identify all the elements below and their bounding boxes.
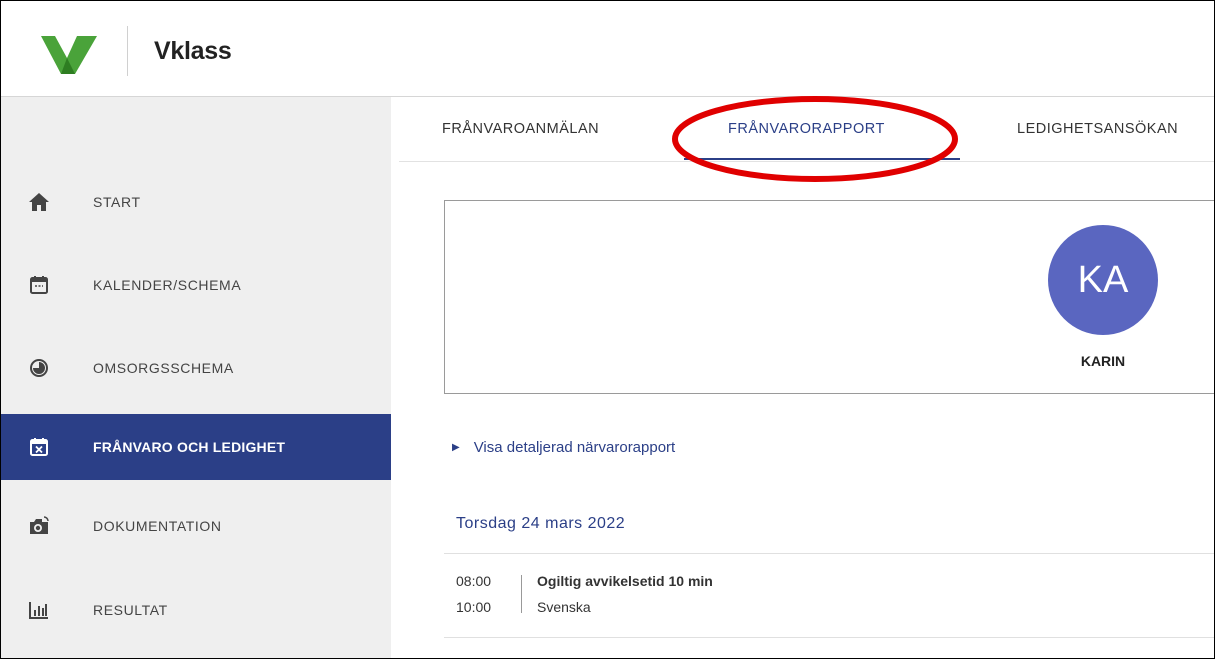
clock-icon: [28, 357, 50, 379]
day-heading: Torsdag 24 mars 2022: [456, 515, 626, 532]
student-name: KARIN: [1080, 353, 1126, 369]
entry-start-time: 08:00: [456, 573, 492, 589]
active-tab-indicator: [684, 158, 960, 160]
home-icon: [28, 191, 50, 213]
tab-absence-notice[interactable]: FRÅNVAROANMÄLAN: [442, 97, 599, 161]
sidebar-item-absence[interactable]: FRÅNVARO OCH LEDIGHET: [1, 414, 391, 480]
app-window: Vklass START KALENDER/SCHEMA OMSORGSSCHE…: [0, 0, 1215, 659]
sidebar-item-label: START: [93, 194, 141, 210]
sidebar-item-label: FRÅNVARO OCH LEDIGHET: [93, 439, 286, 455]
detailed-report-toggle[interactable]: ▶ Visa detaljerad närvarorapport: [452, 439, 675, 456]
sidebar-item-calendar[interactable]: KALENDER/SCHEMA: [1, 252, 391, 318]
vklass-logo-icon[interactable]: [41, 32, 97, 76]
avatar[interactable]: KA: [1048, 225, 1158, 335]
entry-end-time: 10:00: [456, 599, 492, 615]
detailed-report-label: Visa detaljerad närvarorapport: [473, 439, 676, 456]
divider: [444, 553, 1214, 554]
entry-separator: [521, 575, 522, 613]
sidebar-item-label: KALENDER/SCHEMA: [93, 277, 242, 293]
sidebar-item-documentation[interactable]: DOKUMENTATION: [1, 493, 391, 559]
entry-title: Ogiltig avvikelsetid 10 min: [537, 573, 713, 589]
caret-right-icon: ▶: [452, 442, 460, 453]
tab-bar: FRÅNVAROANMÄLAN FRÅNVARORAPPORT LEDIGHET…: [399, 97, 1214, 162]
divider: [444, 637, 1214, 638]
sidebar: START KALENDER/SCHEMA OMSORGSSCHEMA FRÅN…: [1, 97, 391, 658]
sidebar-item-label: DOKUMENTATION: [93, 518, 222, 534]
header: Vklass: [1, 1, 1214, 97]
calendar-x-icon: [28, 436, 50, 458]
header-divider: [127, 26, 128, 76]
sidebar-item-results[interactable]: RESULTAT: [1, 577, 391, 643]
sidebar-item-start[interactable]: START: [1, 169, 391, 235]
bar-chart-icon: [28, 599, 50, 621]
tab-absence-report[interactable]: FRÅNVARORAPPORT: [728, 97, 885, 161]
sidebar-item-care-schedule[interactable]: OMSORGSSCHEMA: [1, 335, 391, 401]
camera-icon: [28, 515, 50, 537]
sidebar-item-label: OMSORGSSCHEMA: [93, 360, 234, 376]
sidebar-item-label: RESULTAT: [93, 602, 168, 618]
calendar-icon: [28, 274, 50, 296]
app-name: Vklass: [154, 37, 232, 65]
tab-leave-application[interactable]: LEDIGHETSANSÖKAN: [1017, 97, 1178, 161]
entry-subject: Svenska: [537, 599, 591, 615]
